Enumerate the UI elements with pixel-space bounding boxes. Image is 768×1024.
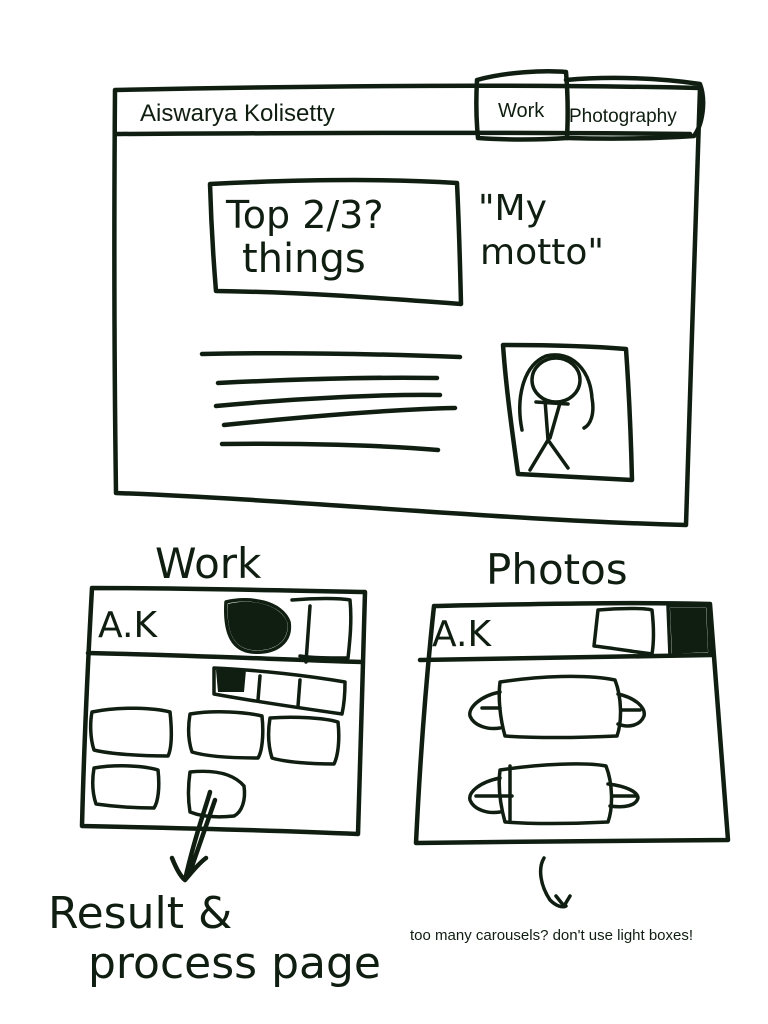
photos-header-divider: [417, 652, 715, 663]
work-heading: Work: [155, 539, 262, 588]
nav-photography-label: Photography: [569, 106, 677, 127]
carousel-1-slide: [497, 674, 623, 740]
photos-nav-icons: [592, 604, 712, 658]
carousel-2-slide: [497, 762, 614, 826]
photos-note: too many carousels? don't use light boxe…: [410, 927, 693, 944]
photos-note-arrow: [538, 856, 572, 909]
photos-heading: Photos: [486, 545, 628, 594]
work-annotation-arrow: [169, 789, 218, 883]
main-header-divider: [113, 130, 693, 137]
photo-carousel-1: [468, 674, 646, 740]
highlight-box-line1: Top 2/3?: [225, 193, 384, 237]
work-annotation-line1: Result &: [48, 888, 232, 939]
sketch-canvas: Aiswarya Kolisetty Work Photography Top …: [0, 0, 768, 1024]
motto-line2: motto": [480, 232, 604, 273]
work-logo: A.K: [98, 605, 158, 646]
work-thumbnail: [186, 769, 247, 819]
motto-line1: "My: [478, 188, 547, 229]
site-title: Aiswarya Kolisetty: [140, 100, 335, 127]
highlight-box-line2: things: [242, 236, 366, 282]
nav-work-label: Work: [498, 100, 545, 122]
text-line: [221, 405, 458, 428]
work-nav-tab-stroke: [304, 604, 312, 664]
work-thumbnail: [90, 764, 161, 810]
work-nav-icons: [224, 596, 353, 664]
photos-wireframe: Photos A.K too many carousels? don't use…: [410, 545, 731, 944]
work-annotation-line2: process page: [88, 938, 381, 989]
carousel-1-prev-arrow: [468, 690, 502, 731]
work-nav-tab-outline: [290, 596, 353, 660]
text-line: [213, 392, 443, 409]
main-wireframe: Aiswarya Kolisetty Work Photography Top …: [112, 69, 706, 528]
photos-nav-active-hatched: [670, 608, 708, 654]
text-line: [199, 350, 463, 360]
main-frame: [112, 83, 703, 528]
profile-photo: [500, 342, 635, 483]
photos-logo: A.K: [432, 614, 492, 655]
filter-divider: [296, 678, 302, 708]
filter-divider: [256, 674, 262, 702]
person-body: [528, 398, 570, 472]
work-thumbnail: [266, 715, 341, 766]
carousel-2-prev-arrow: [468, 764, 514, 822]
work-filter-bar: [212, 666, 347, 716]
wireframe-sketch: Aiswarya Kolisetty Work Photography Top …: [48, 69, 731, 989]
carousel-1-next-arrow: [616, 692, 646, 728]
work-thumbnail: [186, 710, 265, 760]
person-face: [530, 356, 582, 404]
filter-active-hatched: [216, 670, 246, 692]
work-wireframe: Work A.K Result & process page: [48, 539, 381, 989]
work-thumbnail: [88, 706, 174, 758]
photo-carousel-2: [468, 762, 640, 826]
text-line: [215, 375, 440, 386]
photos-nav-tab-outline: [592, 606, 656, 656]
text-line: [219, 441, 441, 453]
photo-frame: [500, 342, 635, 483]
bio-text-lines: [199, 350, 463, 453]
